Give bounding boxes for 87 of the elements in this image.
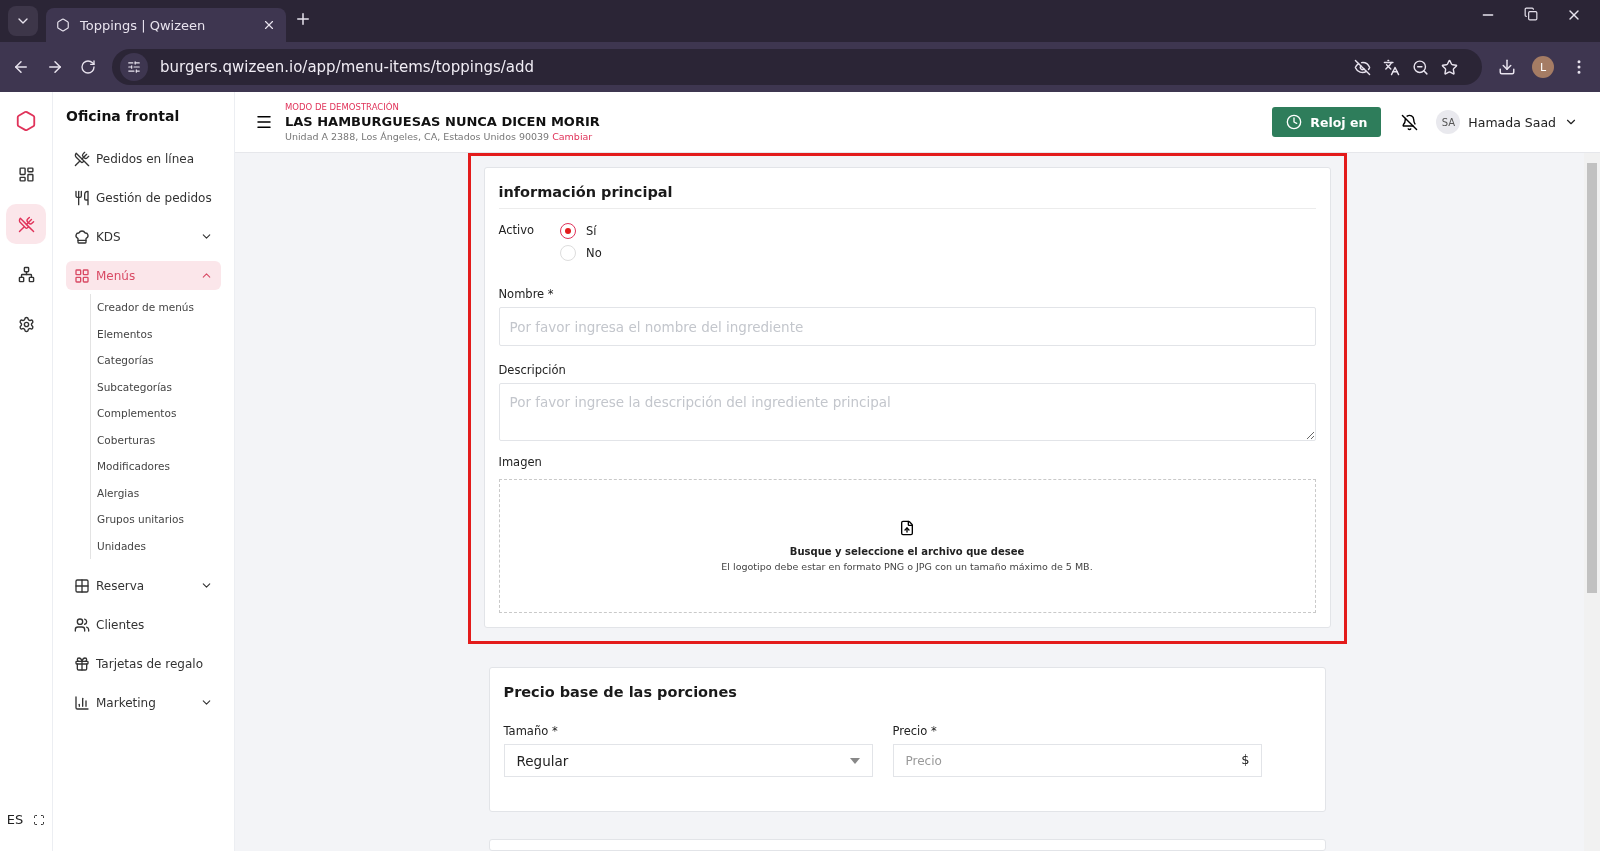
address-bar[interactable]: burgers.qwizeen.io/app/menu-items/toppings/add <box>112 49 1482 85</box>
sidebar-item[interactable]: Marketing <box>66 688 221 717</box>
name-field[interactable]: Por favor ingresa el nombre del ingrediente <box>498 307 1316 346</box>
submenu-item[interactable]: Categorías <box>97 347 221 374</box>
sidebar-item[interactable]: Clientes <box>66 610 221 639</box>
dining-button[interactable] <box>6 204 46 244</box>
scan-icon <box>33 813 46 826</box>
demo-mode-label: MODO DE DEMOSTRACIÓN <box>285 102 400 112</box>
currency-symbol: $ <box>1241 752 1250 767</box>
upload-dropzone[interactable]: Busque y seleccione el archivo que desee El logotipo debe estar en formato PNG o JPG con un tamaño máximo de 5 MB. <box>498 479 1316 613</box>
change-link[interactable]: Cambiar <box>552 131 593 142</box>
gift-icon <box>74 655 90 672</box>
close-icon[interactable] <box>262 18 276 32</box>
table-grid-icon <box>74 577 90 594</box>
tab-title: Toppings | Qwizeen <box>80 17 207 33</box>
restore-icon[interactable] <box>1524 7 1538 21</box>
field-label: Imagen <box>498 455 543 469</box>
field-label: Descripción <box>498 363 567 377</box>
card-title: información principal <box>498 184 1316 209</box>
download-icon[interactable] <box>1498 58 1516 76</box>
translate-icon[interactable] <box>1383 58 1400 76</box>
radio-option[interactable]: Sí <box>560 223 602 239</box>
sliders-icon <box>127 60 141 74</box>
scrollbar[interactable] <box>1584 153 1600 851</box>
tab-list-button[interactable] <box>8 6 38 36</box>
radio-label: Sí <box>586 224 597 238</box>
sidebar-title: Oficina frontal <box>66 108 181 124</box>
browser-tab[interactable]: Toppings | Qwizeen <box>46 8 286 42</box>
logo-icon <box>15 110 37 132</box>
fork-knife-icon <box>17 215 35 233</box>
radio-label: No <box>586 246 602 260</box>
clock-icon <box>1286 114 1303 130</box>
sidebar-item[interactable]: Menús <box>66 261 221 290</box>
submenu-item[interactable]: Creador de menús <box>97 294 221 321</box>
submenu-item[interactable]: Elementos <box>97 320 221 347</box>
sidebar-item[interactable]: Pedidos en línea <box>66 144 221 173</box>
submenu-item[interactable]: Grupos unitarios <box>97 506 221 533</box>
star-icon[interactable] <box>1441 58 1458 76</box>
back-icon[interactable] <box>12 58 30 76</box>
address-text: Unidad A 2388, Los Ángeles, CA, Estados Unidos 90039 <box>285 131 550 142</box>
settings-icon <box>17 315 35 333</box>
dashboard-icon <box>17 165 35 183</box>
new-tab-icon[interactable] <box>294 10 312 28</box>
forward-icon[interactable] <box>46 58 64 76</box>
submenu-item[interactable]: Alergias <box>97 479 221 506</box>
menu-icon[interactable] <box>255 113 273 131</box>
clock-in-button[interactable]: Reloj en <box>1272 107 1382 137</box>
submenu-item[interactable]: Unidades <box>97 532 221 559</box>
sidebar-item[interactable]: Reserva <box>66 571 221 600</box>
reload-icon[interactable] <box>80 59 96 75</box>
caret-icon <box>849 757 860 764</box>
sidebar-item[interactable]: Gestión de pedidos <box>66 183 221 212</box>
eye-off-icon[interactable] <box>1354 58 1371 76</box>
radio-option[interactable]: No <box>560 245 602 261</box>
url-text: burgers.qwizeen.io/app/menu-items/toppings/add <box>160 58 536 76</box>
bell-off-icon[interactable] <box>1401 113 1419 131</box>
card-title: Precio base de las porciones <box>503 684 738 700</box>
bar-chart-icon <box>74 694 90 711</box>
upload-hint: El logotipo debe estar en formato PNG o JPG con un tamaño máximo de 5 MB. <box>721 561 1093 572</box>
description-field[interactable]: Por favor ingrese la descripción del ingrediente principal <box>498 383 1316 441</box>
grid-icon <box>74 267 90 284</box>
size-select[interactable]: Regular <box>503 744 873 777</box>
field-label: Activo <box>498 223 535 239</box>
submenu-item[interactable]: Coberturas <box>97 426 221 453</box>
user-menu[interactable]: SA Hamada Saad <box>1430 109 1584 135</box>
chef-hat-icon <box>74 228 90 245</box>
submenu-item[interactable]: Modificadores <box>97 453 221 480</box>
users-icon <box>74 616 90 633</box>
restaurant-name: LAS HAMBURGUESAS NUNCA DICEN MORIR <box>285 114 601 129</box>
site-icon <box>56 18 70 32</box>
profile-avatar[interactable]: L <box>1532 56 1554 78</box>
field-label: Nombre * <box>498 287 555 301</box>
language-label[interactable]: ES <box>6 812 24 827</box>
upload-title: Busque y seleccione el archivo que desee <box>789 546 1025 557</box>
fork-knife-icon <box>74 150 90 167</box>
sidebar-item[interactable]: KDS <box>66 222 221 251</box>
user-avatar: SA <box>1436 110 1461 134</box>
site-settings-button[interactable] <box>120 53 148 81</box>
submenu-item[interactable]: Complementos <box>97 400 221 427</box>
sidebar-item[interactable]: Tarjetas de regalo <box>66 649 221 678</box>
submenu-item[interactable]: Subcategorías <box>97 373 221 400</box>
field-label: Precio * <box>892 724 938 738</box>
hierarchy-icon <box>17 265 35 283</box>
field-label: Tamaño * <box>503 724 559 738</box>
file-upload-icon <box>899 520 915 536</box>
zoom-out-icon[interactable] <box>1412 58 1429 76</box>
utensils-icon <box>74 189 90 206</box>
